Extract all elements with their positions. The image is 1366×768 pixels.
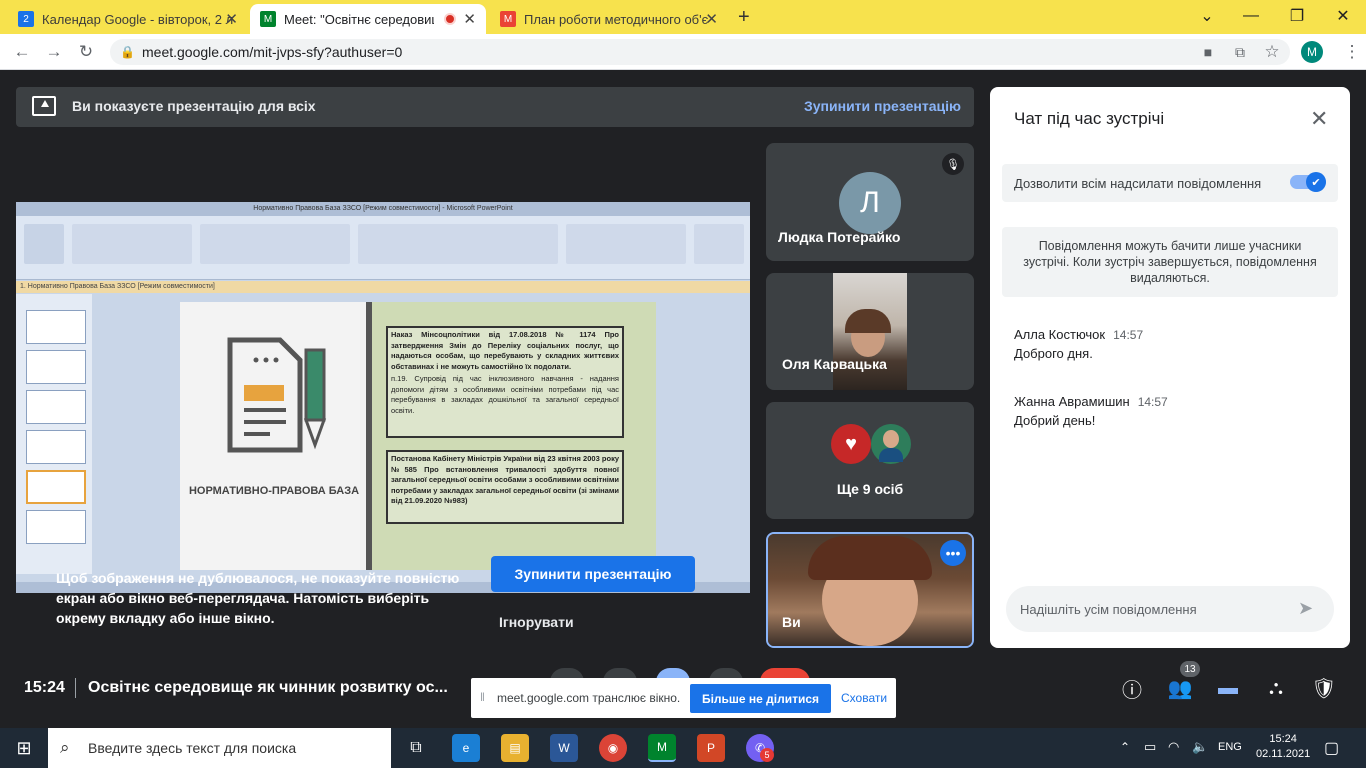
shared-screen: Нормативно Правова База ЗЗСО [Режим совм… [16,202,750,593]
close-tab-icon[interactable]: ✕ [225,10,238,28]
message-text: Добрий день! [1014,413,1096,428]
reload-icon[interactable]: ↻ [74,42,98,62]
chevron-up-icon[interactable]: ⌃ [1120,740,1130,754]
powerpoint-doc-tab: 1. Нормативно Правова База ЗЗСО [Режим с… [16,281,750,293]
taskbar-clock[interactable]: 15:24 02.11.2021 [1256,732,1310,762]
participant-name: Ви [782,614,801,630]
slide-divider [366,302,372,570]
url-text[interactable]: meet.google.com/mit-jvps-sfy?authuser=0 [142,44,402,60]
stop-sharing-button[interactable]: Більше не ділитися [690,684,831,713]
message-time: 14:57 [1113,328,1144,342]
file-explorer-icon[interactable]: ▤ [501,734,529,762]
close-icon[interactable]: ✕ [1310,106,1328,132]
google-meet-taskbar-icon[interactable]: M [648,734,676,762]
more-participants-label: Ще 9 осіб [836,481,904,497]
close-tab-icon[interactable]: ✕ [463,10,476,28]
tab-label: Календар Google - вівторок, 2 л [42,11,234,27]
edge-icon[interactable]: e [452,734,480,762]
tab-search-icon[interactable]: ⌄ [1184,4,1230,28]
chat-notice: Повідомлення можуть бачити лише учасники… [1002,227,1338,297]
tab-gmail[interactable]: M План роботи методичного об'є ✕ [490,4,728,34]
close-tab-icon[interactable]: ✕ [705,10,718,28]
slide-textbox-2: Постанова Кабінету Міністрів України від… [386,450,624,524]
tab-google-meet[interactable]: M Meet: "Освітнє середовище ✕ [250,4,486,34]
menu-icon[interactable]: ⋮ [1340,42,1364,62]
volume-icon[interactable]: 🔈 [1192,739,1208,755]
tab-label: Meet: "Освітнє середовище [284,11,434,27]
present-screen-icon [32,96,56,116]
powerpoint-title-bar: Нормативно Правова База ЗЗСО [Режим совм… [16,202,750,216]
message-author: Жанна Аврамишин 14:57 [1014,394,1168,409]
divider [75,678,76,698]
task-view-icon[interactable]: ⧉ [402,734,430,762]
meeting-clock: 15:24 [24,679,65,696]
chat-title: Чат під час зустрічі [1014,109,1165,128]
gmail-icon: M [500,11,516,27]
wifi-icon[interactable]: ◠ [1168,739,1179,755]
viber-badge: 5 [760,748,774,762]
tab-google-calendar[interactable]: 2 Календар Google - вівторок, 2 л ✕ [8,4,248,34]
chrome-icon[interactable]: ◉ [599,734,627,762]
participant-name: Оля Карвацька [782,356,887,372]
hide-link[interactable]: Сховати [841,691,887,705]
maximize-button[interactable]: ❐ [1274,4,1320,28]
check-icon[interactable]: ✔ [1306,172,1326,192]
avatar [871,424,911,464]
slide-textbox-1: Наказ Мінсоцполітики від 17.08.2018 № 11… [386,326,624,438]
battery-icon[interactable]: ▭ [1144,739,1156,755]
message-text: Доброго дня. [1014,346,1093,361]
close-window-button[interactable]: ✕ [1320,4,1366,28]
tab-label: План роботи методичного об'є [524,11,709,27]
star-icon[interactable]: ☆ [1260,42,1284,62]
slide-heading: НОРМАТИВНО-ПРАВОВА БАЗА [188,485,360,497]
people-count-badge: 13 [1180,661,1200,677]
document-pen-icon [227,337,327,453]
info-icon[interactable]: ⓘ [1116,674,1148,702]
participant-name: Людка Потерайко [778,229,901,245]
language-indicator[interactable]: ENG [1218,741,1242,753]
notifications-icon[interactable]: ▢ [1324,738,1339,758]
sharing-notice-text: meet.google.com транслює вікно. [497,691,681,705]
host-controls-icon[interactable]: 🛡 [1308,674,1340,702]
allow-messages-label: Дозволити всім надсилати повідомлення [1014,176,1262,191]
profile-avatar[interactable]: M [1301,41,1323,63]
minimize-button[interactable]: — [1228,4,1274,28]
forward-icon[interactable]: → [42,42,66,62]
recording-icon [444,13,456,25]
chat-input-placeholder[interactable]: Надішліть усім повідомлення [1020,602,1197,617]
avatar: Л [839,172,901,234]
new-tab-button[interactable]: + [738,6,750,29]
lock-icon[interactable]: 🔒 [120,45,135,59]
drag-handle-icon[interactable]: ‖ [480,690,485,704]
send-icon[interactable]: ➤ [1298,598,1313,619]
meeting-title: Освітнє середовище як чинник розвитку ос… [88,679,448,696]
taskbar-search-placeholder[interactable]: Введите здесь текст для поиска [88,740,296,756]
message-author: Алла Костючок 14:57 [1014,327,1144,342]
windows-start-icon[interactable]: ⊞ [10,734,38,762]
more-options-icon[interactable]: ••• [940,540,966,566]
stop-presenting-button[interactable]: Зупинити презентацію [491,556,695,592]
participant-video [833,273,907,390]
message-time: 14:57 [1137,395,1168,409]
stop-presenting-link[interactable]: Зупинити презентацію [804,98,961,114]
camera-icon[interactable]: ■ [1196,42,1220,62]
ignore-button[interactable]: Ігнорувати [499,614,574,630]
mic-off-icon: 🎙 [942,153,964,175]
avatar: ♥ [831,424,871,464]
participant-tile[interactable] [766,402,974,519]
search-icon[interactable]: ⌕ [60,738,70,758]
people-icon[interactable]: 👥 [1164,674,1196,702]
chat-icon[interactable]: ▬ [1212,674,1244,702]
presenting-text: Ви показуєте презентацію для всіх [72,98,316,114]
activities-icon[interactable]: ⛬ [1260,674,1292,702]
powerpoint-ribbon [16,216,750,280]
slide-thumbnails [16,294,92,574]
meet-icon: M [260,11,276,27]
calendar-icon: 2 [18,11,34,27]
powerpoint-icon[interactable]: P [697,734,725,762]
word-icon[interactable]: W [550,734,578,762]
back-icon[interactable]: ← [10,42,34,62]
duplicate-warning-text: Щоб зображення не дублювалося, не показу… [56,570,460,626]
open-external-icon[interactable]: ⧉ [1228,42,1252,62]
